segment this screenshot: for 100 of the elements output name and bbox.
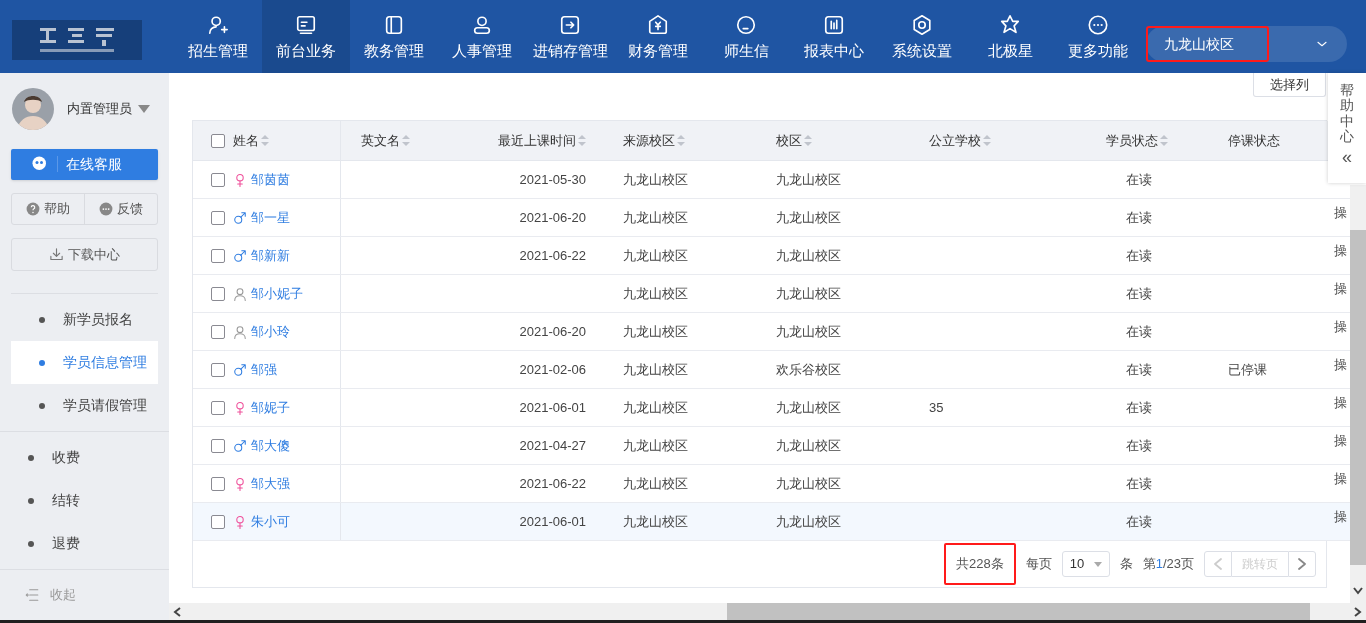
action-link[interactable]: 操 (1334, 354, 1347, 375)
sidebar-item[interactable]: 收费 (0, 436, 169, 480)
table-cell-text: 九龙山校区 (623, 360, 688, 379)
person-add-icon (207, 13, 229, 36)
download-icon (49, 247, 64, 263)
table-cell-text: 2021-06-01 (519, 512, 586, 531)
student-name-link[interactable]: 邹一星 (251, 207, 290, 228)
action-link[interactable]: 操 (1334, 468, 1347, 489)
table-cell-text: 在读 (1126, 474, 1152, 493)
online-service-button[interactable]: 在线客服 (11, 148, 158, 180)
checkbox[interactable] (211, 286, 225, 301)
table-cell-text: 在读 (1126, 246, 1152, 265)
checkbox[interactable] (211, 438, 225, 453)
monitor-icon (295, 13, 317, 36)
student-name-link[interactable]: 邹大傻 (251, 435, 290, 456)
student-name-link[interactable]: 朱小可 (251, 511, 290, 532)
checkbox[interactable] (211, 210, 225, 225)
feedback-button[interactable]: 反馈 (85, 193, 157, 225)
table-cell-text: 在读 (1126, 170, 1152, 189)
table-cell-text: 九龙山校区 (623, 246, 688, 265)
per-page-unit: 条 (1119, 555, 1133, 574)
nav-tab[interactable]: 财务管理 (614, 0, 702, 73)
chevron-left-icon (1213, 558, 1223, 570)
vertical-scrollbar[interactable] (1350, 185, 1366, 620)
column-header[interactable]: 最近上课时间 (498, 130, 576, 151)
next-page-button[interactable] (1288, 551, 1316, 577)
table-cell-text: 2021-06-20 (519, 322, 586, 341)
column-header[interactable]: 公立学校 (929, 130, 981, 151)
sidebar-item[interactable]: 学员请假管理 (11, 384, 158, 428)
student-name-link[interactable]: 邹大强 (251, 473, 290, 494)
checkbox[interactable] (211, 514, 225, 529)
table-cell-text: 2021-06-22 (519, 246, 586, 265)
table-cell-text: 2021-02-06 (519, 360, 586, 379)
nav-tab[interactable]: 报表中心 (790, 0, 878, 73)
table-cell-text: 在读 (1126, 398, 1152, 417)
caret-down-icon (138, 104, 150, 113)
action-link[interactable]: 操 (1334, 430, 1347, 451)
checkbox[interactable] (211, 172, 225, 187)
help-button[interactable]: 帮助 (12, 193, 85, 225)
table-cell-text: 九龙山校区 (623, 512, 688, 531)
sidebar-item[interactable]: 退费 (0, 522, 169, 566)
student-name-link[interactable]: 邹新新 (251, 245, 290, 266)
student-name-link[interactable]: 邹小妮子 (251, 283, 303, 304)
nav-tab[interactable]: 师生信 (702, 0, 790, 73)
nav-tab[interactable]: 人事管理 (438, 0, 526, 73)
student-name-link[interactable]: 邹小玲 (251, 321, 290, 342)
sidebar-item[interactable]: 结转 (0, 479, 169, 523)
choose-columns-button[interactable]: 选择列 (1253, 73, 1326, 97)
table-cell-text: 在读 (1126, 322, 1152, 341)
help-icon (26, 201, 40, 216)
table-cell-text: 2021-04-27 (519, 436, 586, 455)
checkbox[interactable] (211, 248, 225, 263)
page-size-select[interactable]: 10 (1061, 551, 1110, 577)
nav-tab[interactable]: 北极星 (966, 0, 1054, 73)
student-name-link[interactable]: 邹茵茵 (251, 169, 290, 190)
chevron-down-icon (1353, 587, 1363, 595)
column-header[interactable]: 英文名 (361, 130, 400, 151)
star-icon (999, 13, 1021, 36)
nav-tab[interactable]: 招生管理 (174, 0, 262, 73)
table-cell-text: 在读 (1126, 360, 1152, 379)
user-name[interactable]: 内置管理员 (67, 99, 132, 119)
table-cell-text: 九龙山校区 (776, 436, 841, 455)
action-link[interactable]: 操 (1334, 240, 1347, 261)
action-link[interactable]: 操 (1334, 278, 1347, 299)
scrollbar-thumb[interactable] (1350, 230, 1366, 565)
column-header[interactable]: 姓名 (233, 130, 259, 151)
chevron-left-icon (173, 606, 181, 617)
nav-tab[interactable]: 系统设置 (878, 0, 966, 73)
action-link[interactable]: 操 (1334, 392, 1347, 413)
scrollbar-thumb[interactable] (727, 603, 1310, 620)
student-name-link[interactable]: 邹妮子 (251, 397, 290, 418)
column-header[interactable]: 来源校区 (623, 130, 675, 151)
nav-tab[interactable]: 更多功能 (1054, 0, 1142, 73)
action-link[interactable]: 操 (1334, 506, 1347, 527)
more-icon (1087, 13, 1109, 36)
nav-tab[interactable]: 前台业务 (262, 0, 350, 73)
total-count: 共228条 (944, 543, 1016, 585)
campus-select[interactable]: 九龙山校区 (1146, 26, 1347, 62)
checkbox[interactable] (211, 324, 225, 339)
table-cell-text: 九龙山校区 (623, 436, 688, 455)
sidebar-item[interactable]: 学员信息管理 (11, 341, 158, 385)
action-link[interactable]: 操 (1334, 316, 1347, 337)
caret-down-icon (1093, 561, 1102, 567)
nav-tab[interactable]: 教务管理 (350, 0, 438, 73)
checkbox[interactable] (211, 133, 225, 148)
sidebar-item[interactable]: 新学员报名 (11, 298, 158, 342)
checkbox[interactable] (211, 400, 225, 415)
column-header[interactable]: 学员状态 (1106, 130, 1158, 151)
checkbox[interactable] (211, 476, 225, 491)
table-cell-text: 欢乐谷校区 (776, 360, 841, 379)
nav-tab[interactable]: 进销存管理 (526, 0, 614, 73)
student-name-link[interactable]: 邹强 (251, 359, 277, 380)
table-cell-text: 在读 (1126, 284, 1152, 303)
checkbox[interactable] (211, 362, 225, 377)
download-center-button[interactable]: 下载中心 (11, 238, 158, 272)
column-header[interactable]: 校区 (776, 130, 802, 151)
table-cell-text: 九龙山校区 (776, 284, 841, 303)
action-link[interactable]: 操 (1334, 202, 1347, 223)
column-header[interactable]: 停课状态 (1228, 130, 1280, 151)
help-center-tab[interactable]: 帮助中心 « (1328, 73, 1366, 183)
